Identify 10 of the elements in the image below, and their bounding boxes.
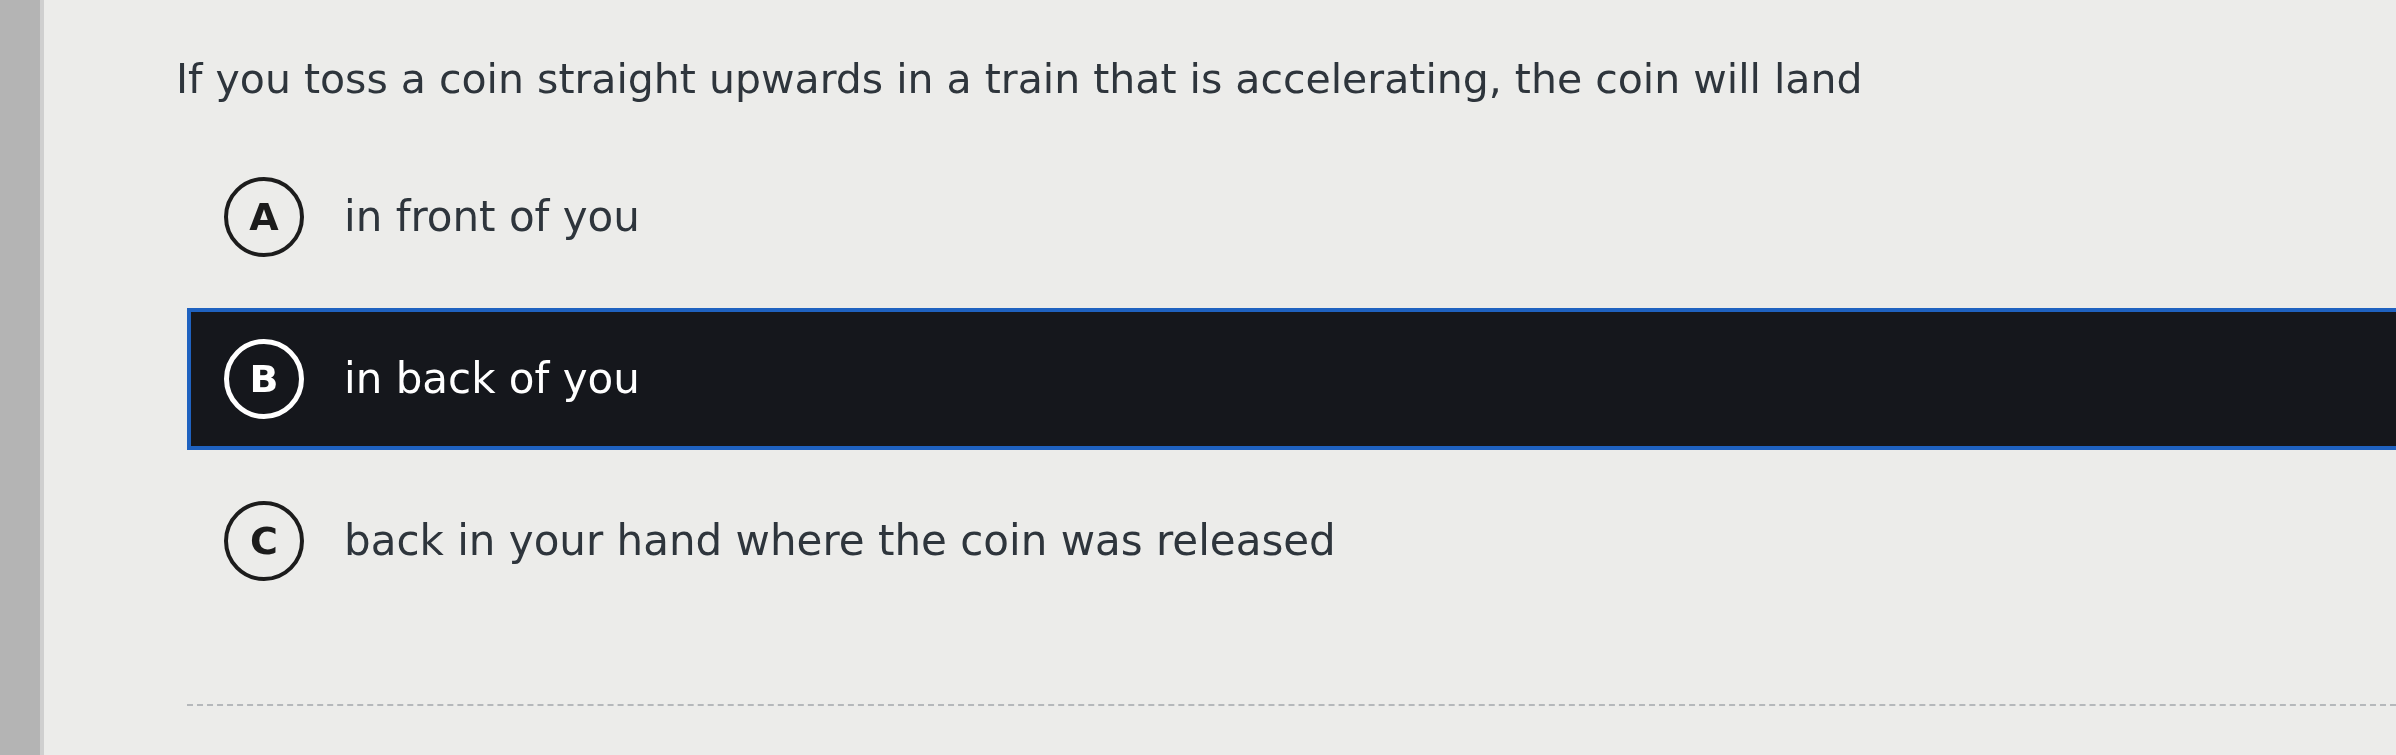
- option-letter: B: [224, 339, 304, 419]
- option-button[interactable]: A in front of you: [187, 146, 2396, 288]
- option-text: in back of you: [344, 353, 640, 405]
- option-text: back in your hand where the coin was released: [344, 515, 1336, 567]
- option-text: in front of you: [344, 191, 640, 243]
- option-letter: A: [224, 177, 304, 257]
- option-button[interactable]: C back in your hand where the coin was released: [187, 470, 2396, 612]
- question-text: If you toss a coin straight upwards in a train that is accelerating, the coin will land: [176, 55, 1863, 103]
- option-letter: C: [224, 501, 304, 581]
- option-button[interactable]: B in back of you: [187, 308, 2396, 450]
